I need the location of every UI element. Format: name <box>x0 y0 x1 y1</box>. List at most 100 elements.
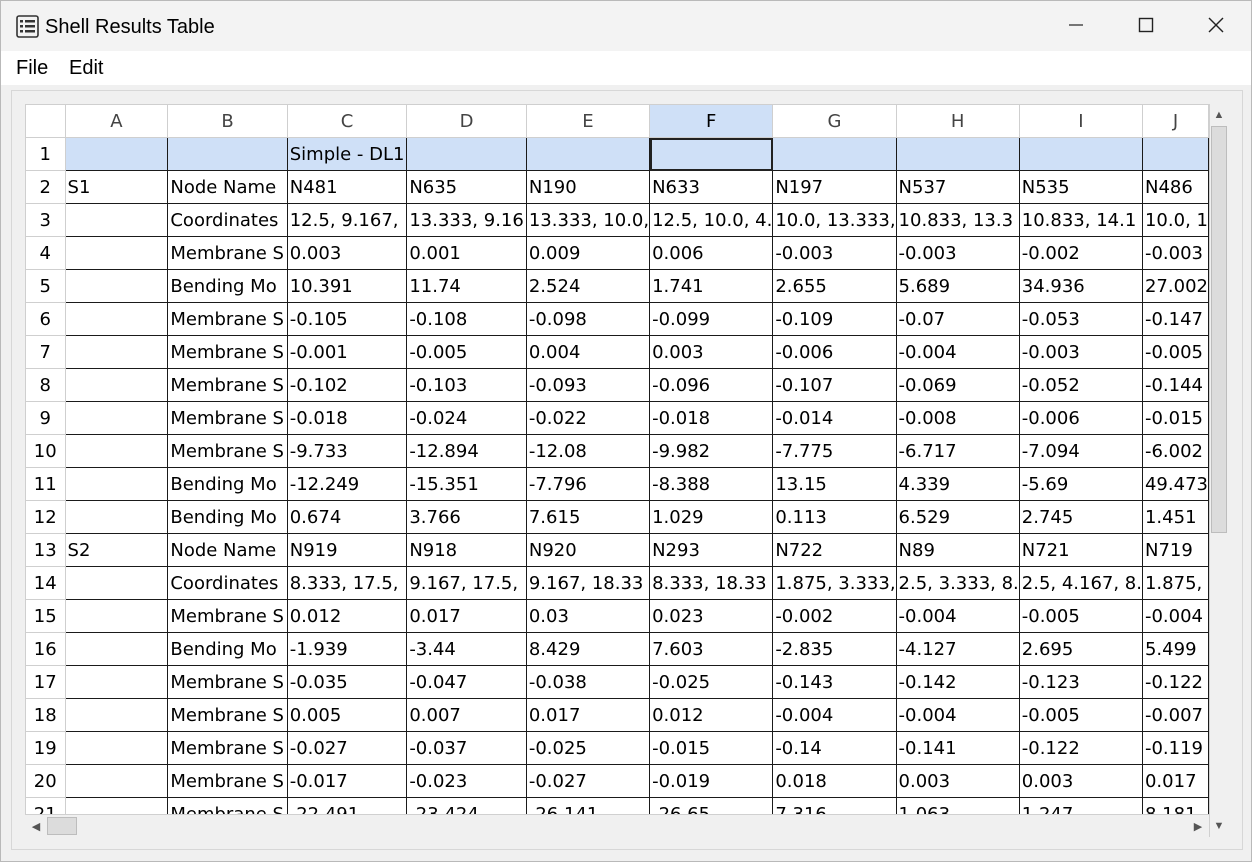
horizontal-scroll-thumb[interactable] <box>47 817 77 835</box>
grid-cell[interactable]: 0.004 <box>525 335 651 369</box>
column-header-c[interactable]: C <box>286 104 408 138</box>
grid-cell[interactable]: -2.835 <box>772 632 897 666</box>
grid-cell[interactable]: -6.717 <box>895 434 1020 468</box>
grid-cell[interactable]: S2 <box>64 533 169 567</box>
grid-cell[interactable]: 9.167, 18.33 <box>525 566 651 600</box>
row-header[interactable]: 6 <box>25 302 66 336</box>
grid-cell[interactable]: N535 <box>1018 170 1143 204</box>
grid-cell[interactable]: -0.017 <box>286 764 408 798</box>
grid-cell[interactable] <box>64 434 169 468</box>
grid-cell[interactable]: -0.109 <box>772 302 897 336</box>
grid-cell[interactable]: N635 <box>406 170 527 204</box>
grid-cell[interactable] <box>64 731 169 765</box>
grid-cell[interactable]: -0.143 <box>772 665 897 699</box>
grid-cell[interactable]: -0.019 <box>649 764 774 798</box>
grid-cell[interactable]: -7.094 <box>1018 434 1143 468</box>
grid-cell[interactable]: -0.142 <box>895 665 1020 699</box>
grid-cell[interactable]: -7.775 <box>772 434 897 468</box>
grid-cell[interactable]: 27.002 <box>1141 269 1209 303</box>
grid-cell[interactable]: -0.023 <box>406 764 527 798</box>
grid-cell[interactable]: Membrane S <box>167 665 288 699</box>
grid-cell[interactable]: Membrane S <box>167 797 288 814</box>
grid-cell[interactable]: -9.733 <box>286 434 408 468</box>
grid-cell[interactable]: N722 <box>772 533 897 567</box>
grid-cell[interactable]: 8.429 <box>525 632 651 666</box>
grid-cell[interactable]: -0.001 <box>286 335 408 369</box>
row-header[interactable]: 5 <box>25 269 66 303</box>
row-header[interactable]: 11 <box>25 467 66 501</box>
grid-cell[interactable]: -0.015 <box>1141 401 1209 435</box>
grid-cell[interactable]: 8.333, 18.33 <box>649 566 774 600</box>
grid-cell[interactable]: -0.102 <box>286 368 408 402</box>
grid-cell[interactable]: 2.655 <box>772 269 897 303</box>
row-header[interactable]: 7 <box>25 335 66 369</box>
menu-edit[interactable]: Edit <box>69 57 103 80</box>
grid-cell[interactable] <box>64 467 169 501</box>
grid-cell[interactable] <box>772 137 897 171</box>
grid-cell[interactable]: -0.096 <box>649 368 774 402</box>
grid-cell[interactable]: N920 <box>525 533 651 567</box>
grid-cell[interactable]: Coordinates <box>167 566 288 600</box>
grid-cell[interactable] <box>64 137 169 171</box>
grid-cell[interactable]: 2.695 <box>1018 632 1143 666</box>
grid-cell[interactable]: -0.004 <box>772 698 897 732</box>
grid-cell[interactable] <box>64 797 169 814</box>
grid-cell[interactable]: 0.003 <box>286 236 408 270</box>
grid-cell[interactable]: -0.025 <box>649 665 774 699</box>
grid-cell[interactable] <box>64 632 169 666</box>
grid-cell[interactable]: 3.766 <box>406 500 527 534</box>
grid-cell[interactable]: Bending Mo <box>167 467 288 501</box>
grid-cell[interactable]: 1.063 <box>895 797 1020 814</box>
grid-cell[interactable] <box>64 401 169 435</box>
grid-cell[interactable]: 0.009 <box>525 236 651 270</box>
grid-cell[interactable]: 6.529 <box>895 500 1020 534</box>
title-bar[interactable]: Shell Results Table <box>1 1 1251 51</box>
grid-cell[interactable]: 10.833, 14.1 <box>1018 203 1143 237</box>
grid-cell[interactable]: 0.023 <box>649 599 774 633</box>
grid-cell[interactable]: -0.053 <box>1018 302 1143 336</box>
grid-cell[interactable]: -23.424 <box>406 797 527 814</box>
grid-cell[interactable] <box>64 269 169 303</box>
grid-cell[interactable]: 1.741 <box>649 269 774 303</box>
grid-cell[interactable]: 12.5, 10.0, 4. <box>649 203 774 237</box>
grid-cell[interactable]: Membrane S <box>167 698 288 732</box>
grid-cell[interactable]: 13.15 <box>772 467 897 501</box>
grid-cell[interactable]: N89 <box>895 533 1020 567</box>
grid-cell[interactable]: -0.147 <box>1141 302 1209 336</box>
row-header[interactable]: 19 <box>25 731 66 765</box>
row-header[interactable]: 9 <box>25 401 66 435</box>
grid-cell[interactable]: 4.339 <box>895 467 1020 501</box>
close-button[interactable] <box>1188 9 1244 45</box>
row-header[interactable]: 14 <box>25 566 66 600</box>
grid-cell[interactable] <box>64 764 169 798</box>
grid-cell[interactable] <box>64 302 169 336</box>
grid-cell[interactable]: N918 <box>406 533 527 567</box>
grid-cell[interactable]: -9.982 <box>649 434 774 468</box>
grid-cell[interactable]: Bending Mo <box>167 269 288 303</box>
grid-cell[interactable]: 2.5, 3.333, 8. <box>895 566 1020 600</box>
grid-cell[interactable]: -0.14 <box>772 731 897 765</box>
grid-cell[interactable]: 0.005 <box>286 698 408 732</box>
grid-cell[interactable]: -0.002 <box>772 599 897 633</box>
grid-cell[interactable] <box>64 500 169 534</box>
column-header-b[interactable]: B <box>167 104 288 138</box>
grid-cell[interactable]: Membrane S <box>167 401 288 435</box>
grid-cell[interactable]: 10.0, 13.333, <box>772 203 897 237</box>
grid-cell[interactable]: -0.099 <box>649 302 774 336</box>
grid-cell[interactable]: -0.024 <box>406 401 527 435</box>
grid-cell[interactable]: -12.894 <box>406 434 527 468</box>
grid-cell[interactable]: 9.167, 17.5, <box>406 566 527 600</box>
grid-cell[interactable]: -0.035 <box>286 665 408 699</box>
grid-cell[interactable]: Bending Mo <box>167 500 288 534</box>
grid-cell[interactable]: N293 <box>649 533 774 567</box>
grid-cell[interactable]: -22.491 <box>286 797 408 814</box>
grid-cell[interactable]: -0.015 <box>649 731 774 765</box>
grid-cell[interactable]: -0.105 <box>286 302 408 336</box>
grid-cell[interactable]: 10.0, 1 <box>1141 203 1209 237</box>
row-header[interactable]: 4 <box>25 236 66 270</box>
grid-cell[interactable]: 10.833, 13.3 <box>895 203 1020 237</box>
grid-cell[interactable]: 2.5, 4.167, 8. <box>1018 566 1143 600</box>
grid-cell[interactable]: -0.005 <box>406 335 527 369</box>
row-header[interactable]: 16 <box>25 632 66 666</box>
grid-cell[interactable]: -0.007 <box>1141 698 1209 732</box>
